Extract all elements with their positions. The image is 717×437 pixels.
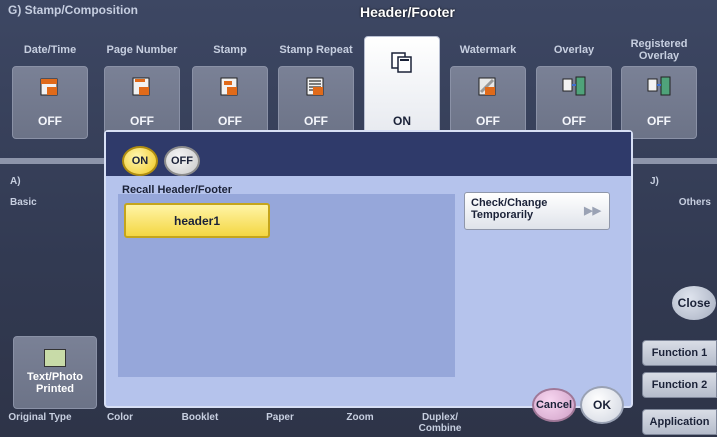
function-1-button[interactable]: Function 1 <box>642 340 717 366</box>
header-footer-dialog: ON OFF Recall Header/Footer header1 Chec… <box>104 130 633 424</box>
tab-overlay[interactable]: Overlay OFF <box>532 32 616 142</box>
tab-value: ON <box>393 114 411 128</box>
tab-value: OFF <box>38 114 62 128</box>
tab-button[interactable]: OFF <box>536 66 612 139</box>
tab-watermark[interactable]: Watermark OFF <box>446 32 530 142</box>
text-photo-icon <box>44 349 66 367</box>
tab-value: OFF <box>562 114 586 128</box>
close-button[interactable]: Close <box>672 286 716 320</box>
tab-label: Overlay <box>553 44 595 56</box>
tab-label: Header/Footer <box>360 4 455 20</box>
tab-label: Stamp <box>213 44 247 56</box>
function-2-button[interactable]: Function 2 <box>642 372 717 398</box>
tab-button[interactable]: OFF <box>104 66 180 139</box>
page-number-icon <box>132 77 150 96</box>
tab-button[interactable]: OFF <box>621 66 697 139</box>
original-type-button[interactable]: Text/Photo Printed <box>13 336 97 409</box>
side-nav-left-sub: Basic <box>10 197 37 208</box>
tab-header-footer[interactable]: Header/Footer ON <box>360 4 455 142</box>
tab-registered-overlay[interactable]: Registered Overlay OFF <box>617 32 701 142</box>
check-change-temporarily-button[interactable]: Check/Change Temporarily ▶▶ <box>464 192 610 230</box>
tab-label: Date/Time <box>23 44 77 56</box>
bottom-tab-paper[interactable]: Paper <box>240 410 320 437</box>
bottom-tab-zoom[interactable]: Zoom <box>320 410 400 437</box>
tab-label: Watermark <box>459 44 517 56</box>
tab-button[interactable]: ON <box>364 36 440 139</box>
tab-value: OFF <box>476 114 500 128</box>
tab-button[interactable]: OFF <box>278 66 354 139</box>
tab-value: OFF <box>304 114 328 128</box>
bottom-tab-color[interactable]: Color <box>80 410 160 437</box>
tab-button[interactable]: OFF <box>192 66 268 139</box>
side-nav-right-title: J) <box>650 176 659 187</box>
original-type-value: Text/Photo Printed <box>26 371 83 395</box>
tab-value: OFF <box>647 114 671 128</box>
bottom-tab-booklet[interactable]: Booklet <box>160 410 240 437</box>
registered-overlay-icon <box>647 76 671 96</box>
cancel-button[interactable]: Cancel <box>532 388 576 422</box>
side-nav-right-sub: Others <box>678 197 711 208</box>
date-time-icon <box>40 78 58 96</box>
tab-date-time[interactable]: Date/Time OFF <box>8 32 92 142</box>
overlay-icon <box>562 76 586 96</box>
tab-value: OFF <box>218 114 242 128</box>
header-footer-icon <box>391 52 412 73</box>
tab-button[interactable]: OFF <box>450 66 526 139</box>
on-toggle[interactable]: ON <box>122 146 158 176</box>
side-nav-left-title: A) <box>10 176 21 187</box>
section-title: G) Stamp/Composition <box>8 3 138 17</box>
side-nav-right[interactable]: J) Others <box>640 176 717 208</box>
side-nav-left[interactable]: A) Basic <box>10 176 110 208</box>
watermark-icon <box>478 77 496 96</box>
list-item-header1[interactable]: header1 <box>124 203 270 238</box>
application-button[interactable]: Application <box>642 409 717 435</box>
tab-value: OFF <box>130 114 154 128</box>
double-chevron-right-icon: ▶▶ <box>584 205 601 217</box>
header-footer-list: header1 <box>118 194 455 377</box>
tab-page-number[interactable]: Page Number OFF <box>100 32 184 142</box>
bottom-tab-duplex-combine[interactable]: Duplex/ Combine <box>400 410 480 437</box>
bottom-tab-original-type[interactable]: Original Type <box>0 410 80 437</box>
ok-button[interactable]: OK <box>580 386 624 424</box>
screen: G) Stamp/Composition Date/Time OFF Page … <box>0 0 717 437</box>
tab-label: Registered Overlay <box>630 38 688 62</box>
tab-button[interactable]: OFF <box>12 66 88 139</box>
off-toggle[interactable]: OFF <box>164 146 200 176</box>
tab-label: Page Number <box>106 44 178 56</box>
tab-label: Stamp Repeat <box>279 44 353 56</box>
tab-stamp-repeat[interactable]: Stamp Repeat OFF <box>274 32 358 142</box>
stamp-icon <box>220 77 238 96</box>
stamp-repeat-icon <box>306 77 324 96</box>
tab-stamp[interactable]: Stamp OFF <box>188 32 272 142</box>
